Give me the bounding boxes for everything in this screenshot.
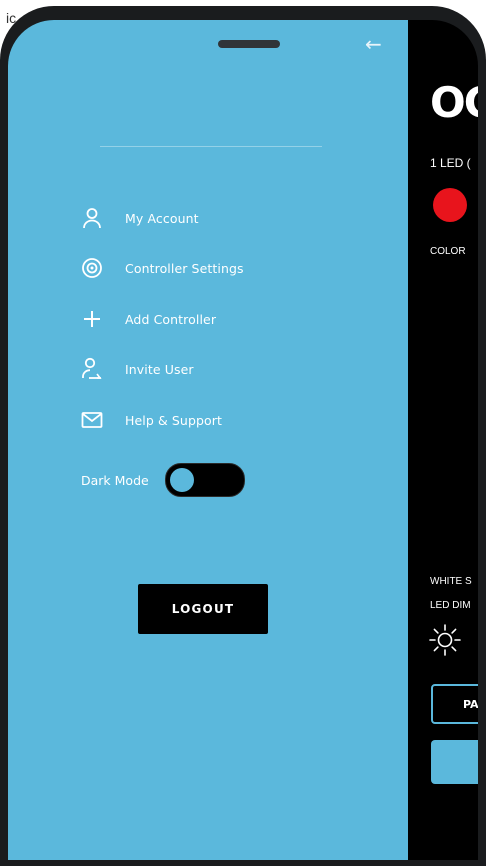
led-dim-label: LED DIM bbox=[430, 600, 471, 611]
menu-item-label: Invite User bbox=[125, 361, 194, 377]
user-add-icon bbox=[80, 357, 104, 381]
navigation-drawer: ← My Account Controller Settings Add Con… bbox=[8, 20, 408, 860]
dark-mode-row: Dark Mode bbox=[81, 463, 245, 497]
menu-item-my-account[interactable]: My Account bbox=[80, 203, 199, 233]
logout-button[interactable]: LOGOUT bbox=[138, 584, 268, 634]
outline-button-label: PA bbox=[463, 697, 478, 711]
dark-mode-label: Dark Mode bbox=[81, 472, 149, 488]
page-title-fragment: OC bbox=[430, 78, 478, 127]
color-label: COLOR bbox=[430, 246, 466, 257]
target-icon bbox=[80, 256, 104, 280]
menu-item-label: My Account bbox=[125, 210, 199, 226]
menu-item-label: Controller Settings bbox=[125, 260, 244, 276]
toggle-knob bbox=[169, 468, 194, 492]
brightness-icon bbox=[428, 623, 462, 661]
menu-item-help-support[interactable]: Help & Support bbox=[80, 405, 222, 435]
drawer-divider bbox=[100, 146, 322, 147]
arrow-left-icon[interactable]: ← bbox=[365, 34, 382, 54]
menu-item-add-controller[interactable]: Add Controller bbox=[80, 304, 216, 334]
menu-item-label: Add Controller bbox=[125, 311, 217, 327]
white-label: WHITE S bbox=[430, 576, 472, 587]
filled-button[interactable] bbox=[431, 740, 478, 784]
phone-screen: OC 1 LED ( COLOR WHITE S LED DIM PA bbox=[8, 20, 478, 860]
mail-icon bbox=[80, 408, 104, 432]
menu-item-invite-user[interactable]: Invite User bbox=[80, 354, 194, 384]
menu-item-controller-settings[interactable]: Controller Settings bbox=[80, 253, 244, 283]
color-swatch[interactable] bbox=[433, 188, 467, 222]
phone-frame: OC 1 LED ( COLOR WHITE S LED DIM PA bbox=[0, 6, 486, 866]
user-icon bbox=[80, 206, 104, 230]
led-label: 1 LED ( bbox=[430, 156, 471, 170]
outline-button[interactable]: PA bbox=[431, 684, 478, 724]
speaker-grille bbox=[218, 40, 280, 48]
dark-mode-toggle[interactable] bbox=[164, 463, 245, 497]
menu-item-label: Help & Support bbox=[125, 412, 223, 428]
plus-icon bbox=[80, 307, 104, 331]
background-panel: OC 1 LED ( COLOR WHITE S LED DIM PA bbox=[408, 20, 478, 860]
